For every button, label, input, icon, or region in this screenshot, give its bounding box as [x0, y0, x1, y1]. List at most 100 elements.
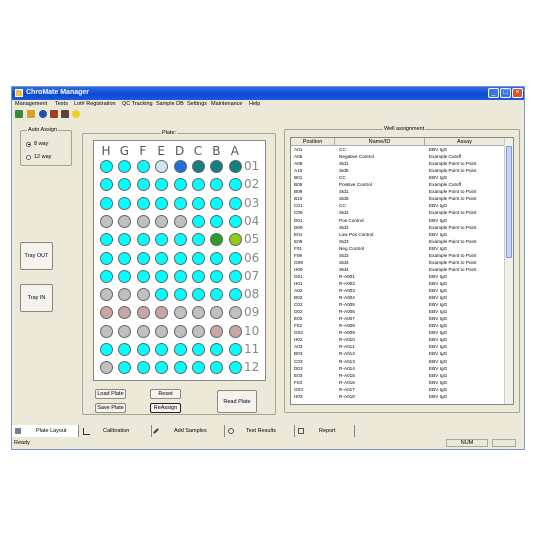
- plate-well[interactable]: [210, 361, 224, 375]
- table-row[interactable]: D02 R-A006 EBV IgG: [291, 309, 505, 315]
- table-row[interactable]: G01 R-A001 EBV IgG: [291, 274, 505, 280]
- plate-well[interactable]: [155, 288, 169, 302]
- plate-well[interactable]: [100, 343, 113, 356]
- table-row[interactable]: E02 R-A007 EBV IgG: [291, 316, 505, 322]
- plate-well[interactable]: [118, 160, 132, 173]
- table-row[interactable]: D03 R-A014 EBV IgG: [291, 366, 505, 372]
- table-row[interactable]: F03 R-A016 EBV IgG: [291, 380, 505, 386]
- table-row[interactable]: H09 Std4 Example Point to Point: [291, 267, 505, 273]
- plate-well[interactable]: [155, 214, 169, 228]
- radio-8-way[interactable]: 8 way: [26, 141, 48, 147]
- radio-8-way-dot[interactable]: [26, 141, 31, 147]
- table-row[interactable]: G02 R-A009 EBV IgG: [291, 330, 505, 336]
- table-row[interactable]: A05 Negative Control Example Cutoff: [291, 154, 505, 160]
- plate-well[interactable]: [228, 324, 242, 338]
- col-header-assay[interactable]: Assay: [425, 138, 505, 146]
- plate-well[interactable]: [136, 251, 150, 265]
- plate-well[interactable]: [228, 306, 242, 320]
- plate-well[interactable]: [210, 178, 224, 192]
- tab-report[interactable]: Report: [295, 425, 355, 437]
- reassign-button[interactable]: ReAssign: [150, 403, 181, 413]
- plate-well[interactable]: [173, 178, 187, 192]
- table-row[interactable]: E09 Std3 Example Point to Point: [291, 239, 505, 245]
- col-header-position[interactable]: Position: [291, 138, 335, 146]
- vertical-scrollbar[interactable]: [504, 138, 513, 404]
- plate-well[interactable]: [228, 343, 242, 356]
- menu-sample-db[interactable]: Sample DB: [156, 101, 184, 107]
- plate-well[interactable]: [118, 306, 132, 320]
- plate-well[interactable]: [155, 178, 169, 192]
- table-row[interactable]: F02 R-A008 EBV IgG: [291, 323, 505, 329]
- new-icon[interactable]: [15, 110, 23, 118]
- plate-well[interactable]: [100, 269, 113, 283]
- plate-well[interactable]: [118, 233, 132, 247]
- plate-well[interactable]: [210, 324, 224, 338]
- plate-well[interactable]: [155, 269, 169, 283]
- plate-well[interactable]: [173, 324, 187, 338]
- table-row[interactable]: H01 R-A002 EBV IgG: [291, 281, 505, 287]
- plate-well[interactable]: [100, 324, 113, 338]
- plate-well[interactable]: [136, 233, 150, 247]
- tab-plate-layout[interactable]: Plate Layout: [12, 425, 79, 437]
- minimize-button[interactable]: _: [488, 88, 499, 98]
- plate-well[interactable]: [136, 288, 150, 302]
- menu-settings[interactable]: Settings: [187, 101, 207, 107]
- plate-well[interactable]: [118, 251, 132, 265]
- radio-12-way[interactable]: 12 way: [26, 154, 51, 160]
- plate-well[interactable]: [173, 343, 187, 356]
- plate-well[interactable]: [192, 160, 205, 173]
- plate-well[interactable]: [118, 196, 132, 210]
- tab-add-samples[interactable]: Add Samples: [152, 425, 225, 437]
- table-row[interactable]: A01 CC EBV IgG: [291, 147, 505, 153]
- tab-test-results[interactable]: Test Results: [225, 425, 295, 437]
- table-row[interactable]: A03 R-A011 EBV IgG: [291, 344, 505, 350]
- reset-button[interactable]: Reset: [150, 389, 181, 399]
- plate-well[interactable]: [173, 269, 187, 283]
- plate-well[interactable]: [136, 269, 150, 283]
- plate-well[interactable]: [155, 160, 169, 173]
- plate-well[interactable]: [155, 251, 169, 265]
- plate-well[interactable]: [155, 233, 169, 247]
- menu-lot-registration[interactable]: Lot# Registration: [74, 101, 116, 107]
- table-row[interactable]: B10 Std5 Example Point to Point: [291, 196, 505, 202]
- plate-well[interactable]: [192, 233, 205, 247]
- table-row[interactable]: B01 CC EBV IgG: [291, 175, 505, 181]
- plate-well[interactable]: [100, 251, 113, 265]
- table-row[interactable]: E03 R-A015 EBV IgG: [291, 373, 505, 379]
- table-row[interactable]: E01 Low Pos Control EBV IgG: [291, 232, 505, 238]
- plate-well[interactable]: [210, 160, 224, 173]
- plate-well[interactable]: [228, 233, 242, 247]
- plate-well[interactable]: [100, 178, 113, 192]
- plate-well[interactable]: [118, 269, 132, 283]
- table-row[interactable]: G09 Std4 Example Point to Point: [291, 260, 505, 266]
- plate-well[interactable]: [228, 178, 242, 192]
- info-icon[interactable]: [39, 110, 47, 118]
- plate-well[interactable]: [210, 214, 224, 228]
- table-row[interactable]: A02 R-A003 EBV IgG: [291, 288, 505, 294]
- title-bar[interactable]: ChroMate Manager _ □ ×: [12, 87, 524, 100]
- well-assignment-table[interactable]: Position Name/ID Assay A01 CC EBV IgG A05 Ne…: [290, 137, 514, 405]
- tray-in-button[interactable]: Tray IN: [20, 284, 53, 312]
- tab-calibration[interactable]: Calibration: [79, 425, 152, 437]
- plate-well[interactable]: [228, 214, 242, 228]
- table-row[interactable]: G03 R-A017 EBV IgG: [291, 387, 505, 393]
- plate-well[interactable]: [136, 343, 150, 356]
- plate-well[interactable]: [155, 343, 169, 356]
- plate-well[interactable]: [118, 324, 132, 338]
- table-row[interactable]: B02 R-A004 EBV IgG: [291, 295, 505, 301]
- plate-well[interactable]: [136, 196, 150, 210]
- smiley-icon[interactable]: [72, 110, 80, 118]
- print-icon[interactable]: [61, 110, 69, 118]
- plate-well[interactable]: [192, 288, 205, 302]
- table-row[interactable]: H03 R-A018 EBV IgG: [291, 394, 505, 400]
- table-row[interactable]: F09 Std3 Example Point to Point: [291, 253, 505, 259]
- plate-well[interactable]: [192, 178, 205, 192]
- table-row[interactable]: C09 Std2 Example Point to Point: [291, 210, 505, 216]
- plate-well[interactable]: [100, 233, 113, 247]
- table-row[interactable]: D09 Std2 Example Point to Point: [291, 225, 505, 231]
- table-row[interactable]: A09 Std1 Example Point to Point: [291, 161, 505, 167]
- plate-well[interactable]: [173, 160, 187, 173]
- menu-management[interactable]: Management: [15, 101, 47, 107]
- plate-well[interactable]: [210, 269, 224, 283]
- plate-well[interactable]: [210, 288, 224, 302]
